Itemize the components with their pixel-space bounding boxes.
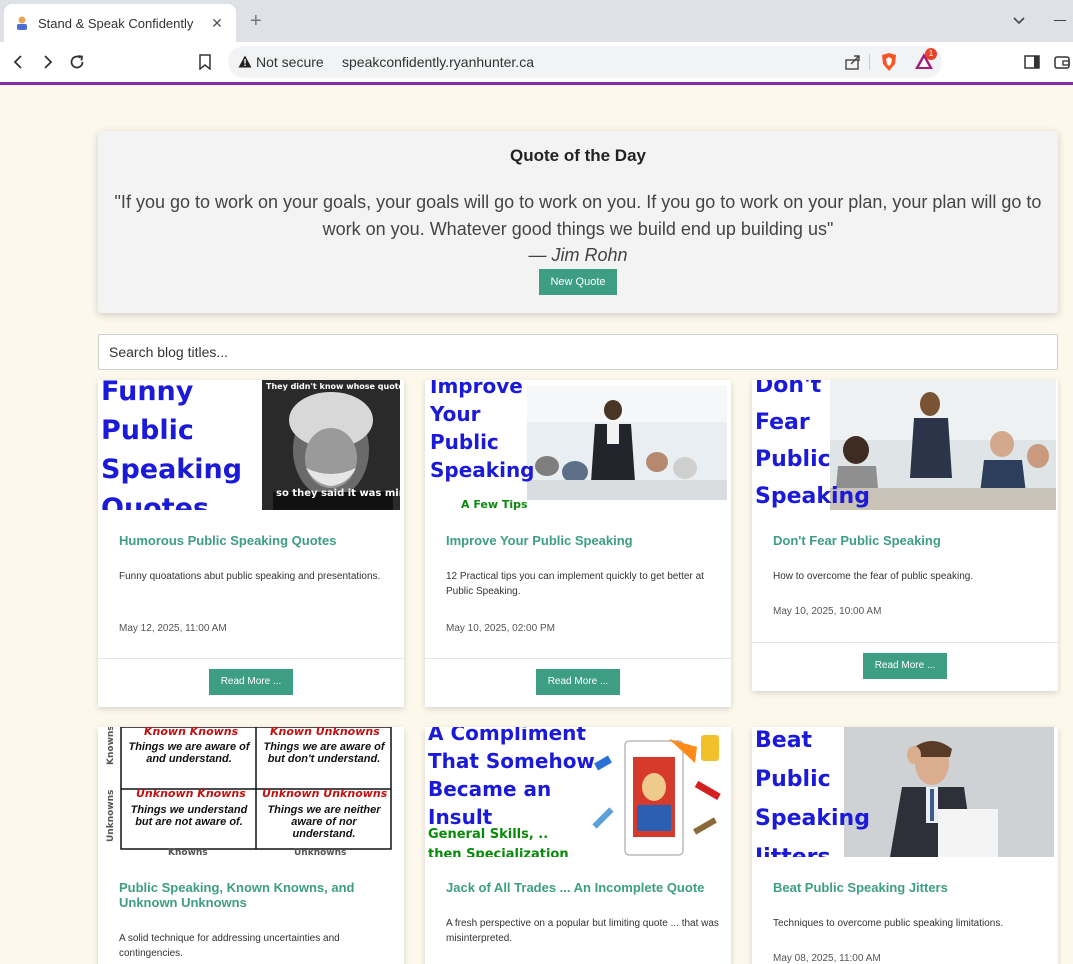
grid-side-label-top: Knowns	[106, 727, 116, 765]
browser-tab[interactable]: Stand & Speak Confidently ✕	[4, 4, 236, 42]
tab-title: Stand & Speak Confidently	[38, 15, 194, 31]
thumbnail-title-text: Improve Your Public Speaking	[430, 380, 535, 482]
card-divider	[752, 642, 1058, 643]
thumbnail-caption-top: They didn't know whose quote it was.	[266, 382, 404, 391]
brave-shield-icon[interactable]	[880, 52, 898, 77]
blog-thumbnail[interactable]: Funny Public Speaking Quotes They didn't…	[98, 380, 404, 510]
blog-card-date: May 12, 2025, 11:00 AM	[119, 623, 227, 634]
forward-arrow-icon[interactable]	[37, 51, 59, 73]
blog-thumbnail[interactable]: Don't Fear Public Speaking	[752, 380, 1058, 510]
quote-heading: Quote of the Day	[509, 146, 646, 165]
quote-text: "If you go to work on your goals, your g…	[114, 192, 1042, 239]
browser-tab-strip: Stand & Speak Confidently ✕ +	[0, 0, 1073, 42]
blog-card-date: May 10, 2025, 02:00 PM	[446, 623, 555, 634]
grid-cell-body: Things we are aware of but don't underst…	[263, 741, 385, 765]
blog-thumbnail[interactable]: Improve Your Public Speaking A Few Tips	[425, 380, 731, 510]
blog-thumbnail[interactable]: Beat Public Speaking Jitters	[752, 727, 1058, 857]
blog-card-title[interactable]: Don't Fear Public Speaking	[773, 533, 1043, 548]
blog-card[interactable]: Don't Fear Public Speaking Don't Fear Pu…	[752, 380, 1058, 691]
security-label[interactable]: Not secure	[256, 54, 324, 70]
quote-of-the-day-card: Quote of the Day "If you go to work on y…	[98, 131, 1058, 313]
blog-card-description: Funny quoatations abut public speaking a…	[119, 571, 381, 582]
grid-bottom-label-right: Unknowns	[294, 848, 347, 857]
grid-cell-heading: Unknown Knowns	[136, 787, 246, 800]
read-more-button[interactable]: Read More ...	[209, 669, 293, 695]
blog-card-date: May 10, 2025, 10:00 AM	[773, 606, 882, 617]
grid-cell-heading: Known Unknowns	[270, 727, 380, 738]
tab-search-chevron-icon[interactable]	[1012, 13, 1026, 32]
blog-card-description: A solid technique for addressing uncerta…	[119, 933, 340, 959]
blog-card[interactable]: Improve Your Public Speaking A Few Tips …	[425, 380, 731, 707]
thumbnail-title-text: Beat Public Speaking Jitters	[755, 728, 870, 857]
blog-card-title[interactable]: Humorous Public Speaking Quotes	[119, 533, 389, 548]
browser-toolbar: Not secure speakconfidently.ryanhunter.c…	[0, 42, 1073, 82]
grid-bottom-label-left: Knowns	[168, 848, 208, 857]
thumbnail-title-text: Don't Fear Public Speaking	[755, 380, 870, 509]
rewards-badge: 1	[925, 48, 937, 60]
thumbnail-subtitle: General Skills, .. then Specialization	[428, 827, 569, 857]
window-minimize-icon[interactable]	[1054, 20, 1066, 21]
search-blog-input[interactable]	[98, 334, 1058, 370]
address-bar[interactable]: Not secure speakconfidently.ryanhunter.c…	[228, 46, 942, 78]
grid-cell-heading: Unknown Unknowns	[262, 787, 388, 800]
back-arrow-icon[interactable]	[7, 51, 29, 73]
blog-card-title[interactable]: Public Speaking, Known Knowns, and Unkno…	[119, 880, 389, 910]
blog-card-description: Techniques to overcome public speaking l…	[773, 918, 1004, 929]
tab-close-icon[interactable]: ✕	[208, 15, 226, 32]
wallet-icon[interactable]	[1054, 55, 1070, 74]
blog-card-date: May 08, 2025, 11:00 AM	[773, 953, 881, 964]
read-more-button[interactable]: Read More ...	[536, 669, 620, 695]
new-quote-button[interactable]: New Quote	[539, 269, 617, 295]
blog-card-description: A fresh perspective on a popular but lim…	[446, 918, 719, 944]
sidebar-toggle-icon[interactable]	[1024, 55, 1040, 74]
share-icon[interactable]	[844, 53, 862, 76]
blog-card-title[interactable]: Jack of All Trades ... An Incomplete Quo…	[446, 880, 716, 895]
grid-cell-body: Things we are aware of and understand.	[128, 741, 250, 765]
card-divider	[98, 658, 404, 659]
blog-thumbnail[interactable]: Knowns Unknowns Known Knowns Things we a…	[98, 727, 404, 857]
site-favicon-icon	[14, 15, 30, 31]
toolbar-divider	[869, 54, 870, 70]
new-tab-icon[interactable]: +	[250, 11, 262, 31]
bookmark-icon[interactable]	[194, 51, 216, 73]
blog-card[interactable]: A Compliment That Somehow Became an Insu…	[425, 727, 731, 964]
grid-cell-heading: Known Knowns	[144, 727, 239, 738]
thumbnail-caption-bottom: so they said it was mine.	[276, 488, 404, 499]
warning-triangle-icon[interactable]	[238, 55, 252, 73]
grid-cell-body: Things we are neither aware of nor under…	[267, 804, 381, 840]
card-divider	[425, 658, 731, 659]
thumbnail-subtitle: A Few Tips	[461, 498, 528, 510]
blog-card[interactable]: Knowns Unknowns Known Knowns Things we a…	[98, 727, 404, 964]
thumbnail-title-text: A Compliment That Somehow Became an Insu…	[428, 727, 595, 829]
blog-card-description: How to overcome the fear of public speak…	[773, 571, 974, 582]
brand-accent-line	[0, 82, 1073, 85]
blog-card[interactable]: Beat Public Speaking Jitters Beat Public…	[752, 727, 1058, 964]
blog-card-description: 12 Practical tips you can implement quic…	[446, 571, 704, 597]
blog-card-title[interactable]: Improve Your Public Speaking	[446, 533, 716, 548]
blog-card-title[interactable]: Beat Public Speaking Jitters	[773, 880, 1043, 895]
read-more-button[interactable]: Read More ...	[863, 653, 947, 679]
thumbnail-title-text: Funny Public Speaking Quotes	[101, 380, 243, 510]
url-text[interactable]: speakconfidently.ryanhunter.ca	[342, 54, 534, 70]
grid-side-label-bottom: Unknowns	[106, 789, 116, 842]
grid-cell-body: Things we understand but are not aware o…	[130, 804, 248, 828]
quote-author: — Jim Rohn	[528, 245, 628, 265]
blog-thumbnail[interactable]: A Compliment That Somehow Became an Insu…	[425, 727, 731, 857]
reload-icon[interactable]	[66, 51, 88, 73]
blog-card[interactable]: Funny Public Speaking Quotes They didn't…	[98, 380, 404, 707]
